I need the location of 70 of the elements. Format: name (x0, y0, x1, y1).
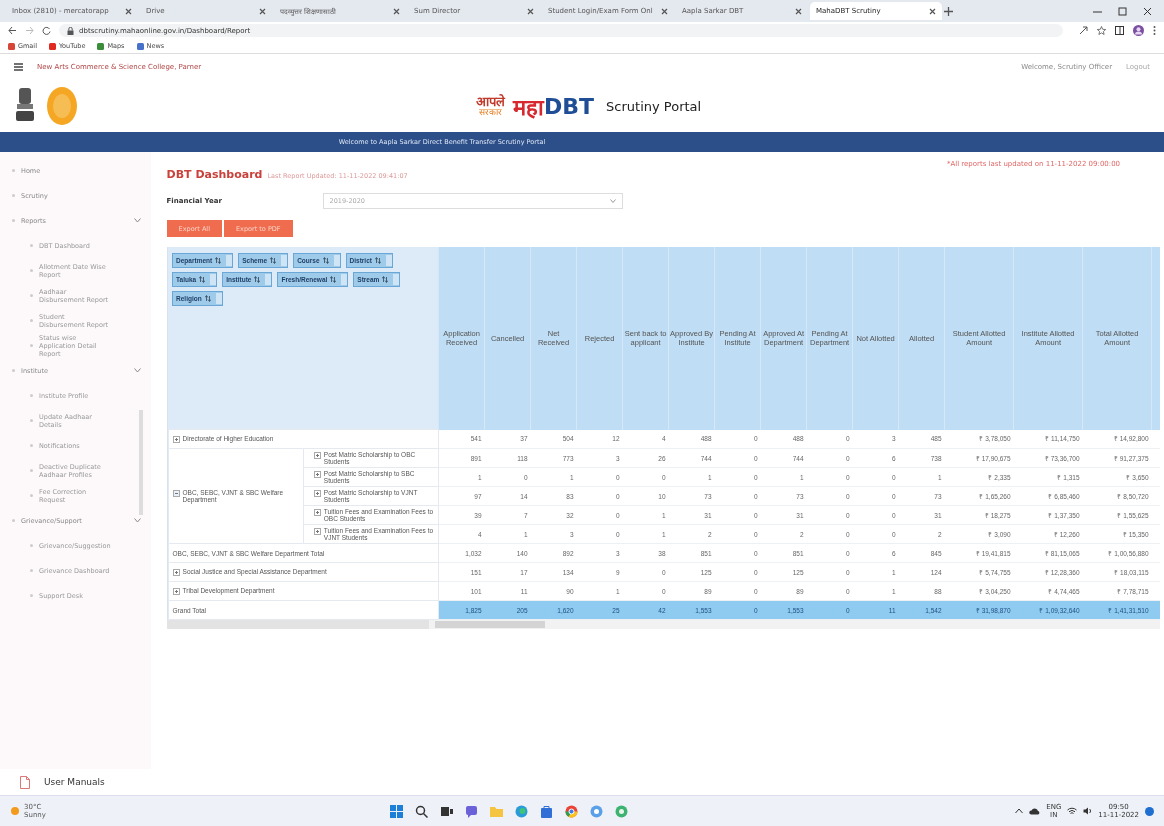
close-icon (527, 7, 534, 15)
sort-icon (204, 295, 211, 302)
back-icon (8, 26, 17, 35)
forward-icon (25, 26, 34, 35)
speaker-icon (1083, 807, 1093, 815)
sun-icon (10, 806, 20, 816)
profile-avatar-icon (1133, 25, 1144, 36)
seal-icon (46, 86, 78, 126)
onedrive-cloud-icon (1029, 807, 1041, 815)
sort-icon (322, 257, 329, 264)
close-icon (795, 7, 802, 15)
chrome-icon[interactable] (565, 804, 578, 818)
close-icon (929, 7, 936, 15)
bookmark-icon (48, 42, 56, 50)
expand-icon[interactable] (172, 569, 180, 576)
star-icon (1097, 26, 1106, 35)
expand-icon[interactable] (313, 452, 321, 459)
taskview-icon[interactable] (440, 804, 453, 818)
caret-icon (609, 199, 616, 203)
wifi-icon (1067, 807, 1078, 815)
sort-icon (382, 276, 389, 283)
close-icon (125, 7, 132, 15)
reload-icon (42, 26, 51, 35)
chat-icon[interactable] (465, 804, 478, 818)
maximize-icon (1118, 6, 1127, 16)
user-manuals-link[interactable]: User Manuals (0, 769, 151, 795)
expand-icon[interactable] (172, 588, 180, 595)
menu-icon (1153, 26, 1156, 35)
chevron-up-icon (1015, 808, 1024, 814)
lock-icon (67, 26, 74, 35)
sort-icon (199, 276, 206, 283)
portal-title: Scrutiny Portal (606, 98, 702, 114)
sarkar-logo-text: सरकार (479, 108, 502, 117)
scrollbar[interactable] (166, 620, 429, 629)
store-icon[interactable] (540, 804, 553, 818)
aaple-logo-text: आपले (476, 95, 505, 108)
expand-icon[interactable] (172, 436, 180, 443)
app-icon[interactable] (590, 804, 603, 818)
expand-icon[interactable] (313, 509, 321, 516)
dashboard-title: DBT Dashboard (166, 168, 263, 181)
sort-icon (270, 257, 277, 264)
sort-icon (254, 276, 261, 283)
sort-icon (330, 276, 337, 283)
new-tab-icon (944, 6, 953, 16)
expand-icon[interactable] (313, 471, 321, 478)
collapse-icon[interactable] (172, 490, 180, 497)
document-icon (20, 775, 30, 789)
close-icon (259, 7, 266, 15)
maha-logo-text: महा (513, 94, 544, 121)
scrollbar[interactable] (138, 410, 143, 515)
share-icon (1079, 26, 1088, 35)
sidebar-icon (1115, 26, 1124, 35)
bookmark-icon (8, 42, 15, 50)
search-icon[interactable] (415, 804, 428, 818)
bookmark-icon (97, 42, 105, 50)
windows-icon[interactable] (390, 804, 403, 818)
expand-icon[interactable] (313, 528, 321, 535)
close-icon (393, 7, 400, 15)
close-icon (1143, 6, 1152, 16)
notification-icon (1145, 806, 1154, 816)
app-icon[interactable] (615, 804, 628, 818)
dbt-logo-text: DBT (544, 93, 595, 119)
sort-icon (215, 257, 222, 264)
close-icon (661, 7, 668, 15)
edge-icon[interactable] (515, 804, 528, 818)
expand-icon[interactable] (313, 490, 321, 497)
menu-icon (14, 63, 23, 71)
scrollbar[interactable] (434, 621, 545, 628)
bookmark-icon (136, 42, 144, 50)
sort-icon (374, 257, 381, 264)
